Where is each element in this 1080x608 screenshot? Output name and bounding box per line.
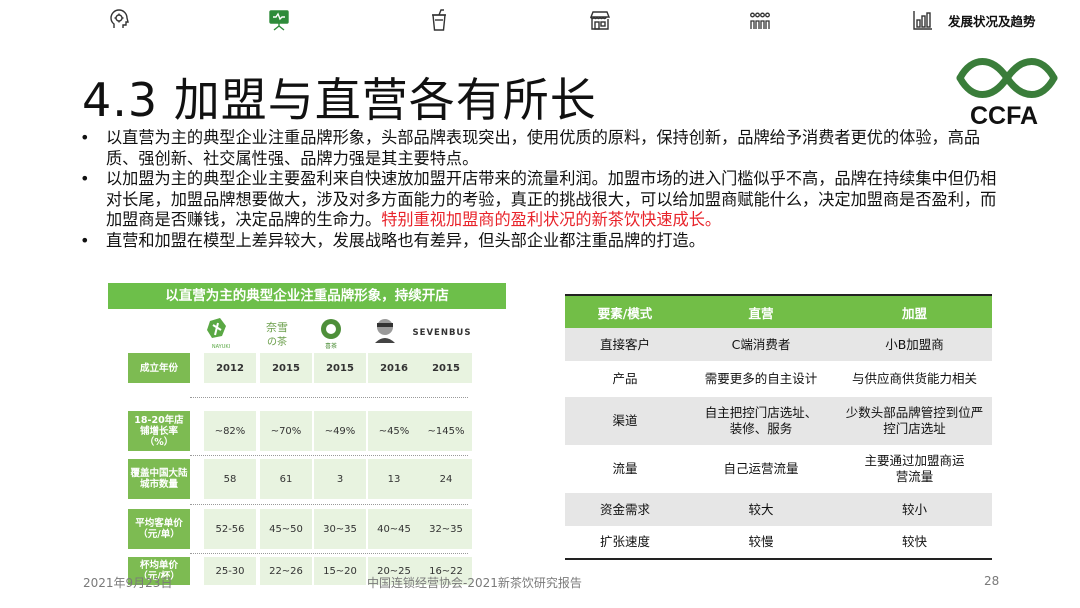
table-cell: 25-30 xyxy=(204,557,256,585)
naixue-tea-logo-icon: 奈雪 の茶 xyxy=(252,315,302,351)
table-cell: 58 xyxy=(204,459,256,499)
table-row: 扩张速度 较慢 较快 xyxy=(565,526,992,560)
table-cell: 扩张速度 xyxy=(565,526,685,560)
drink-cup-icon[interactable] xyxy=(427,8,451,32)
bullet-list: 以直营为主的典型企业注重品牌形象，头部品牌表现突出，使用优质的原料，保持创新，品… xyxy=(80,128,1010,251)
table-cell: 渠道 xyxy=(565,397,685,445)
highlight-text: 特别重视加盟商的盈利状况的新茶饮快速成长。 xyxy=(381,210,722,229)
table-cell: 2012 xyxy=(204,353,256,383)
table-cell: 22~26 xyxy=(260,557,312,585)
heytea-circle-logo-icon: 喜茶 xyxy=(306,315,356,351)
table-cell: 较大 xyxy=(685,493,837,526)
table-cell: 小B加盟商 xyxy=(837,328,992,361)
table-cell: 资金需求 xyxy=(565,493,685,526)
row-label: 覆盖中国大陆城市数量 xyxy=(128,459,190,499)
table-cell: 需要更多的自主设计 xyxy=(685,361,837,397)
table-header-row: 要素/模式 直营 加盟 xyxy=(565,294,992,328)
brand-logos-row: NAYUKI 奈雪 の茶 喜茶 SEVENBUS xyxy=(128,309,472,353)
table-cell: ~70% xyxy=(260,411,312,451)
table-cell: 较快 xyxy=(837,526,992,560)
row-label: 成立年份 xyxy=(128,353,190,383)
bullet-item: 以加盟为主的典型企业主要盈利来自快速放加盟开店带来的流量利润。加盟市场的进入门槛… xyxy=(80,169,1010,231)
svg-text:NAYUKI: NAYUKI xyxy=(212,344,230,350)
nayuki-logo-icon: NAYUKI xyxy=(196,315,246,351)
page-number: 28 xyxy=(984,574,1000,588)
row-divider xyxy=(190,504,468,505)
column-header: 加盟 xyxy=(837,294,992,328)
presentation-board-icon[interactable] xyxy=(267,8,291,32)
footer-date: 2021年9月23日 xyxy=(83,576,173,590)
table-row: 18-20年店铺增长率（%） ~82% ~70% ~49% ~45% ~145% xyxy=(128,411,472,451)
table-cell: 2015 xyxy=(260,353,312,383)
table-row: 成立年份 2012 2015 2015 2016 2015 xyxy=(128,353,472,383)
table-cell: ~45% xyxy=(368,411,420,451)
table-cell: 3 xyxy=(314,459,366,499)
table-row: 流量 自己运营流量 主要通过加盟商运营流量 xyxy=(565,445,992,493)
row-label: 平均客单价（元/单） xyxy=(128,509,190,549)
table-row: 平均客单价（元/单） 52-56 45~50 30~35 40~45 32~35 xyxy=(128,509,472,549)
table-cell: 13 xyxy=(368,459,420,499)
table-cell: 2015 xyxy=(420,353,472,383)
direct-brand-comparison-table: 以直营为主的典型企业注重品牌形象，持续开店 NAYUKI 奈雪 の茶 喜茶 SEV… xyxy=(108,283,506,585)
logo-text: CCFA xyxy=(970,102,1038,130)
row-divider xyxy=(190,397,468,398)
storefront-icon[interactable] xyxy=(588,8,612,32)
footer-source: 中国连锁经营协会-2021新茶饮研究报告 xyxy=(367,576,582,590)
table-cell: 45~50 xyxy=(260,509,312,549)
table-cell: 少数头部品牌管控到位严控门店选址 xyxy=(837,397,992,445)
table-cell: 32~35 xyxy=(420,509,472,549)
table-cell: 自主把控门店选址、装修、服务 xyxy=(685,397,837,445)
people-group-icon[interactable] xyxy=(748,8,772,32)
table-cell: C端消费者 xyxy=(685,328,837,361)
table-cell: 主要通过加盟商运营流量 xyxy=(837,445,992,493)
table-cell: 2015 xyxy=(314,353,366,383)
bullet-item: 直营和加盟在模型上差异较大，发展战略也有差异，但头部企业都注重品牌的打造。 xyxy=(80,231,1010,252)
top-navigation: 发展状况及趋势 xyxy=(0,0,1080,40)
table-cell: 自己运营流量 xyxy=(685,445,837,493)
table-cell: ~49% xyxy=(314,411,366,451)
svg-text:の茶: の茶 xyxy=(267,335,287,348)
table-cell: ~82% xyxy=(204,411,256,451)
page-title: 4.3 加盟与直营各有所长 xyxy=(82,73,597,127)
table-row: 产品 需要更多的自主设计 与供应商供货能力相关 xyxy=(565,361,992,397)
head-gear-icon[interactable] xyxy=(107,8,131,32)
column-header: 直营 xyxy=(685,294,837,328)
table-body: NAYUKI 奈雪 の茶 喜茶 SEVENBUS 成立年份 2012 2015 2015… xyxy=(128,309,472,585)
table-cell: 40~45 xyxy=(368,509,420,549)
table-row: 渠道 自主把控门店选址、装修、服务 少数头部品牌管控到位严控门店选址 xyxy=(565,397,992,445)
table-cell: 较小 xyxy=(837,493,992,526)
sevenbus-logo: SEVENBUS xyxy=(412,328,472,338)
bullet-item: 以直营为主的典型企业注重品牌形象，头部品牌表现突出，使用优质的原料，保持创新，品… xyxy=(80,128,1010,169)
table-cell: 较慢 xyxy=(685,526,837,560)
lelecha-logo-icon xyxy=(360,315,410,351)
table-row: 资金需求 较大 较小 xyxy=(565,493,992,526)
table-cell: 15~20 xyxy=(314,557,366,585)
table-cell: 直接客户 xyxy=(565,328,685,361)
table-cell: 与供应商供货能力相关 xyxy=(837,361,992,397)
bar-chart-icon[interactable] xyxy=(911,8,935,32)
column-header: 要素/模式 xyxy=(565,294,685,328)
table-banner: 以直营为主的典型企业注重品牌形象，持续开店 xyxy=(108,283,506,309)
table-cell: 61 xyxy=(260,459,312,499)
svg-text:奈雪: 奈雪 xyxy=(266,320,288,334)
table-cell: 30~35 xyxy=(314,509,366,549)
svg-text:喜茶: 喜茶 xyxy=(325,342,337,350)
direct-vs-franchise-table: 要素/模式 直营 加盟 直接客户 C端消费者 小B加盟商 产品 需要更多的自主设… xyxy=(565,294,992,560)
table-cell: 产品 xyxy=(565,361,685,397)
table-cell: 流量 xyxy=(565,445,685,493)
row-divider xyxy=(190,553,468,554)
table-cell: 52-56 xyxy=(204,509,256,549)
table-cell: 2016 xyxy=(368,353,420,383)
ccfa-logo: CCFA xyxy=(952,56,1062,132)
row-label: 18-20年店铺增长率（%） xyxy=(128,411,190,451)
table-row: 覆盖中国大陆城市数量 58 61 3 13 24 xyxy=(128,459,472,499)
row-divider xyxy=(190,455,468,456)
table-cell: 24 xyxy=(420,459,472,499)
table-cell: ~145% xyxy=(420,411,472,451)
table-row: 直接客户 C端消费者 小B加盟商 xyxy=(565,328,992,361)
section-label[interactable]: 发展状况及趋势 xyxy=(948,11,1036,30)
